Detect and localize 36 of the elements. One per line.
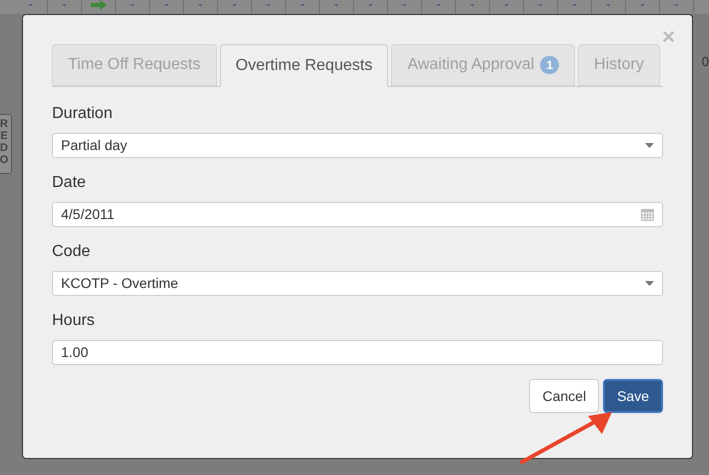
cell-text: - [538, 0, 542, 10]
cell-text: - [674, 0, 678, 10]
cell-text: - [606, 0, 610, 10]
tab[interactable]: Overtime Requests [220, 44, 388, 87]
caret-icon [645, 143, 654, 148]
field-label: Duration [52, 105, 114, 123]
date-field[interactable]: 4/5/2011 [52, 202, 663, 227]
edge-text: 0 [702, 53, 709, 71]
cell-text: - [232, 0, 236, 10]
cell-text: - [334, 0, 338, 10]
field-label: Date [52, 174, 87, 192]
save-button[interactable]: Save [603, 379, 663, 413]
cell-text: - [572, 0, 576, 10]
cell-text: - [130, 0, 134, 10]
cell-text: - [436, 0, 440, 10]
input-field[interactable]: 1.00 [52, 340, 663, 365]
cell-text: - [198, 0, 202, 10]
cell-text: - [28, 0, 32, 10]
calendar-icon [641, 208, 654, 220]
cancel-button[interactable]: Cancel [529, 379, 600, 413]
cell-text: - [640, 0, 644, 10]
count-badge: 1 [540, 56, 560, 74]
cell-text: - [504, 0, 508, 10]
cell-text: - [266, 0, 270, 10]
dropdown[interactable]: Partial day [52, 133, 663, 158]
cell-text: - [300, 0, 304, 10]
cell-text: - [402, 0, 406, 10]
cell-text: - [470, 0, 474, 10]
cell-text: - [62, 0, 66, 10]
caret-icon [645, 281, 654, 286]
cell-text: - [164, 0, 168, 10]
arrow-right-icon [90, 0, 106, 10]
field-label: Hours [52, 312, 96, 330]
dropdown[interactable]: KCOTP - Overtime [52, 271, 663, 296]
field-label: Code [52, 243, 92, 261]
cell-text: - [368, 0, 372, 10]
